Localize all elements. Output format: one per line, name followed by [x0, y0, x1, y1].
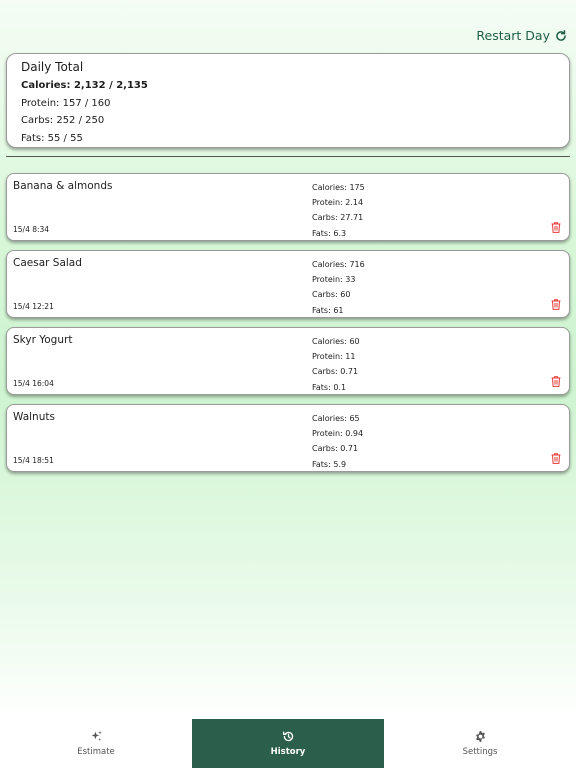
history-entry[interactable]: Walnuts 15/4 18:51 Calories: 65 Protein:… — [6, 404, 570, 472]
daily-total-protein: Protein: 157 / 160 — [21, 97, 111, 109]
nav-tab-settings[interactable]: Settings — [384, 719, 576, 768]
entry-name: Walnuts — [13, 411, 55, 423]
entry-fats: Fats: 6.3 — [312, 228, 347, 238]
divider — [6, 156, 570, 157]
trash-icon[interactable] — [551, 222, 561, 233]
nav-tab-label: Estimate — [77, 747, 115, 757]
entry-name: Caesar Salad — [13, 257, 82, 269]
sparkle-icon — [91, 731, 102, 741]
entry-calories: Calories: 65 — [312, 414, 360, 423]
entry-calories: Calories: 716 — [312, 260, 365, 269]
entry-macros: Calories: 65 Protein: 0.94 Carbs: 0.71 F… — [312, 411, 363, 472]
entry-protein: Protein: 33 — [312, 275, 356, 285]
entry-protein: Protein: 11 — [312, 352, 356, 362]
history-entry[interactable]: Banana & almonds 15/4 8:34 Calories: 175… — [6, 173, 570, 241]
trash-icon[interactable] — [551, 376, 561, 387]
entry-carbs: Carbs: 0.71 — [312, 444, 359, 454]
entry-macros: Calories: 716 Protein: 33 Carbs: 60 Fats… — [312, 257, 365, 318]
entry-fats: Fats: 5.9 — [312, 459, 347, 469]
bottom-navigation: Estimate History Settings — [0, 719, 576, 768]
entry-fats: Fats: 61 — [312, 305, 344, 315]
entry-time: 15/4 18:51 — [13, 456, 54, 465]
entry-time: 15/4 8:34 — [13, 225, 50, 234]
refresh-icon — [556, 29, 566, 41]
entry-name: Skyr Yogurt — [13, 334, 73, 346]
daily-total-carbs: Carbs: 252 / 250 — [21, 115, 105, 126]
entry-fats: Fats: 0.1 — [312, 382, 347, 392]
daily-total-calories: Calories: 2,132 / 2,135 — [21, 80, 148, 91]
restart-day-label: Restart Day — [476, 28, 550, 43]
history-entry[interactable]: Skyr Yogurt 15/4 16:04 Calories: 60 Prot… — [6, 327, 570, 395]
history-icon — [282, 731, 293, 742]
trash-icon[interactable] — [551, 299, 561, 310]
entry-calories: Calories: 175 — [312, 183, 365, 192]
entry-carbs: Carbs: 27.71 — [312, 213, 364, 223]
nav-tab-label: Settings — [462, 747, 498, 757]
restart-day-button[interactable]: Restart Day — [476, 28, 568, 43]
daily-total-fats: Fats: 55 / 55 — [21, 132, 83, 144]
history-list: Banana & almonds 15/4 8:34 Calories: 175… — [6, 173, 570, 481]
entry-carbs: Carbs: 0.71 — [312, 367, 359, 377]
daily-total-title: Daily Total — [21, 60, 84, 74]
entry-time: 15/4 12:21 — [13, 302, 54, 311]
entry-protein: Protein: 0.94 — [312, 429, 364, 439]
daily-total-card: Daily Total Calories: 2,132 / 2,135 Prot… — [6, 53, 570, 148]
entry-calories: Calories: 60 — [312, 337, 360, 346]
nav-tab-history[interactable]: History — [192, 719, 384, 768]
history-entry[interactable]: Caesar Salad 15/4 12:21 Calories: 716 Pr… — [6, 250, 570, 318]
nav-tab-estimate[interactable]: Estimate — [0, 719, 192, 768]
gear-icon — [475, 731, 485, 742]
entry-carbs: Carbs: 60 — [312, 290, 351, 300]
trash-icon[interactable] — [551, 453, 561, 464]
entry-protein: Protein: 2.14 — [312, 198, 364, 208]
entry-name: Banana & almonds — [13, 180, 113, 192]
entry-macros: Calories: 60 Protein: 11 Carbs: 0.71 Fat… — [312, 334, 360, 395]
entry-time: 15/4 16:04 — [13, 379, 54, 388]
nav-tab-label: History — [270, 747, 306, 757]
entry-macros: Calories: 175 Protein: 2.14 Carbs: 27.71… — [312, 180, 365, 241]
